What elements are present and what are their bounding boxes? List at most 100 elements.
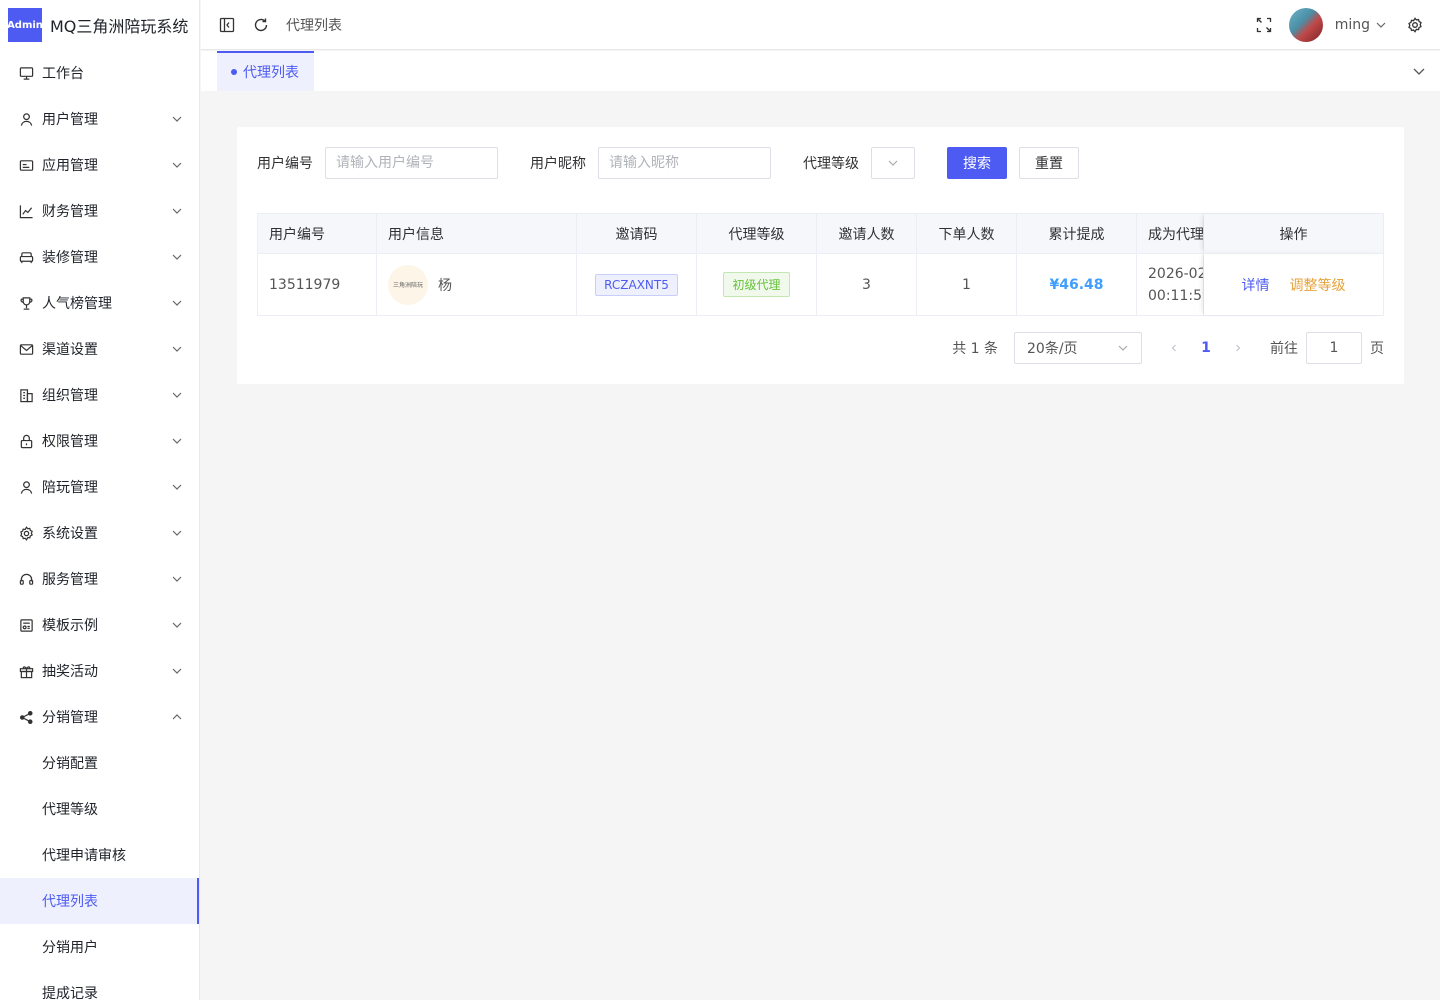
user-avatar-thumb: 三角洲陪玩 xyxy=(388,264,428,305)
col-level: 代理等级 xyxy=(697,214,817,253)
cell-commission: ¥46.48 xyxy=(1017,253,1137,315)
col-became-agent: 成为代理 xyxy=(1137,214,1204,253)
sidebar-item-label: 服务管理 xyxy=(42,572,98,588)
prev-page-icon[interactable] xyxy=(1158,343,1190,353)
level-select[interactable] xyxy=(871,147,915,179)
username[interactable]: ming xyxy=(1335,17,1370,33)
user-avatar[interactable] xyxy=(1288,8,1323,42)
logo[interactable]: Admin MQ三角洲陪玩系统 xyxy=(0,0,199,50)
chevron-down-icon[interactable] xyxy=(1374,16,1388,34)
logo-badge: Admin xyxy=(7,8,43,42)
cell-actions: 详情 调整等级 xyxy=(1204,253,1383,315)
sidebar-subitem-2[interactable]: 代理申请审核 xyxy=(0,832,199,878)
sidebar-item-label: 应用管理 xyxy=(42,158,98,174)
sidebar-item-4[interactable]: 装修管理 xyxy=(0,234,199,280)
sidebar-item-5[interactable]: 人气榜管理 xyxy=(0,280,199,326)
chevron-down-icon xyxy=(171,251,183,263)
sidebar-item-13[interactable]: 抽奖活动 xyxy=(0,648,199,694)
chevron-up-icon xyxy=(171,711,183,723)
agent-list-card: 用户编号 用户昵称 代理等级 搜索 重置 用户编号 用户信息 邀请码 代理等级 … xyxy=(237,127,1404,384)
page-suffix: 页 xyxy=(1370,341,1384,357)
collapse-sidebar-icon[interactable] xyxy=(218,16,236,34)
goto-page-input[interactable] xyxy=(1306,332,1362,364)
sidebar-item-label: 系统设置 xyxy=(42,526,98,542)
chevron-down-icon xyxy=(171,481,183,493)
pagination: 共 1 条 20条/页 1 前往 页 xyxy=(952,332,1384,364)
reset-button[interactable]: 重置 xyxy=(1019,147,1079,179)
cell-invite-count: 3 xyxy=(817,253,917,315)
col-commission: 累计提成 xyxy=(1017,214,1137,253)
detail-link[interactable]: 详情 xyxy=(1242,275,1270,295)
mail-icon xyxy=(18,341,34,357)
table-row: 13511979 三角洲陪玩 杨 RCZAXNT5 初级代理 3 1 ¥46.4… xyxy=(258,253,1383,315)
sidebar-item-label: 渠道设置 xyxy=(42,342,98,358)
tab-agent-list[interactable]: 代理列表 xyxy=(217,51,314,91)
sofa-icon xyxy=(18,249,34,265)
breadcrumb: 代理列表 xyxy=(286,17,342,34)
sidebar-item-1[interactable]: 用户管理 xyxy=(0,96,199,142)
active-dot xyxy=(231,69,237,75)
nickname-label: 用户昵称 xyxy=(530,156,586,172)
page-size-select[interactable]: 20条/页 xyxy=(1014,332,1142,364)
user-id-label: 用户编号 xyxy=(257,156,313,172)
date-line-1: 2026-02 xyxy=(1148,265,1204,282)
share-icon xyxy=(18,709,34,725)
chevron-down-icon xyxy=(171,205,183,217)
commission-amount: ¥46.48 xyxy=(1049,276,1104,293)
avatar-text: 三角洲陪玩 xyxy=(392,282,423,289)
cell-user-id: 13511979 xyxy=(258,253,377,315)
chevron-down-icon xyxy=(171,297,183,309)
cell-level: 初级代理 xyxy=(697,253,817,315)
date-line-2: 00:11:59 xyxy=(1148,287,1203,304)
sidebar-item-11[interactable]: 服务管理 xyxy=(0,556,199,602)
sidebar-item-10[interactable]: 系统设置 xyxy=(0,510,199,556)
sidebar-item-label: 工作台 xyxy=(42,66,84,82)
cell-became-agent: 2026-02 00:11:59 xyxy=(1137,253,1204,315)
col-actions: 操作 xyxy=(1204,214,1383,253)
sidebar-item-0[interactable]: 工作台 xyxy=(0,50,199,96)
level-label: 代理等级 xyxy=(803,156,859,172)
sidebar-item-label: 抽奖活动 xyxy=(42,664,98,680)
adjust-level-link[interactable]: 调整等级 xyxy=(1290,275,1346,295)
search-button[interactable]: 搜索 xyxy=(947,147,1007,179)
refresh-icon[interactable] xyxy=(252,16,270,34)
sidebar-item-label: 组织管理 xyxy=(42,388,98,404)
user-id-input[interactable] xyxy=(325,147,498,179)
page-number-current[interactable]: 1 xyxy=(1190,340,1222,356)
sidebar-item-8[interactable]: 权限管理 xyxy=(0,418,199,464)
settings-gear-icon[interactable] xyxy=(1406,16,1424,34)
sidebar-item-12[interactable]: 模板示例 xyxy=(0,602,199,648)
tabs-more-chevron-icon[interactable] xyxy=(1412,64,1426,78)
sidebar-subitem-1[interactable]: 代理等级 xyxy=(0,786,199,832)
nickname-input[interactable] xyxy=(598,147,771,179)
sidebar-subitem-5[interactable]: 提成记录 xyxy=(0,970,199,1000)
sidebar-subitem-0[interactable]: 分销配置 xyxy=(0,740,199,786)
lock-icon xyxy=(18,433,34,449)
template-icon xyxy=(18,617,34,633)
sidebar-item-14[interactable]: 分销管理 xyxy=(0,694,199,740)
sidebar-subitem-3[interactable]: 代理列表 xyxy=(0,878,199,924)
sidebar-subitem-4[interactable]: 分销用户 xyxy=(0,924,199,970)
sidebar-item-label: 分销管理 xyxy=(42,710,98,726)
next-page-icon[interactable] xyxy=(1222,343,1254,353)
select-chevron-icon xyxy=(888,160,898,166)
search-form: 用户编号 用户昵称 代理等级 搜索 重置 xyxy=(257,147,1079,179)
gear-icon xyxy=(18,525,34,541)
sidebar-item-3[interactable]: 财务管理 xyxy=(0,188,199,234)
chevron-down-icon xyxy=(171,435,183,447)
chevron-down-icon xyxy=(171,619,183,631)
tab-label: 代理列表 xyxy=(243,65,299,81)
user-nickname: 杨 xyxy=(438,277,452,294)
col-order-count: 下单人数 xyxy=(917,214,1017,253)
col-invite-count: 邀请人数 xyxy=(817,214,917,253)
sidebar-item-2[interactable]: 应用管理 xyxy=(0,142,199,188)
sidebar-item-7[interactable]: 组织管理 xyxy=(0,372,199,418)
sidebar-item-6[interactable]: 渠道设置 xyxy=(0,326,199,372)
headset-icon xyxy=(18,571,34,587)
chevron-down-icon xyxy=(171,159,183,171)
sidebar-item-9[interactable]: 陪玩管理 xyxy=(0,464,199,510)
sidebar: Admin MQ三角洲陪玩系统 工作台用户管理应用管理财务管理 装修管理 人气榜管理… xyxy=(0,0,200,1000)
chevron-down-icon xyxy=(171,573,183,585)
fullscreen-icon[interactable] xyxy=(1255,16,1273,34)
agent-table: 用户编号 用户信息 邀请码 代理等级 邀请人数 下单人数 累计提成 成为代理 操… xyxy=(257,213,1384,316)
